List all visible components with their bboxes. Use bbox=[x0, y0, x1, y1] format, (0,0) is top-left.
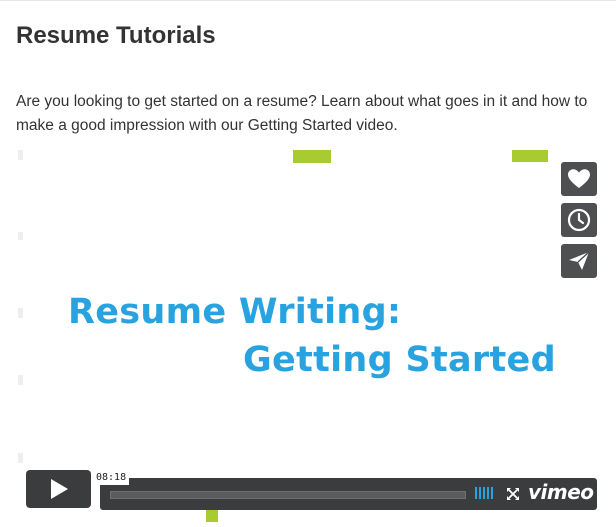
fullscreen-icon[interactable] bbox=[506, 487, 520, 501]
video-player[interactable]: Resume Writing: Getting Started vimeo 08… bbox=[16, 150, 607, 522]
watch-later-button[interactable] bbox=[561, 203, 597, 237]
volume-bar bbox=[483, 487, 485, 499]
green-accent-mark bbox=[293, 150, 331, 163]
faint-edge-mark bbox=[18, 375, 23, 385]
paper-plane-icon bbox=[569, 251, 590, 270]
heart-icon bbox=[568, 169, 590, 188]
video-thumbnail-art bbox=[18, 150, 548, 522]
volume-bar bbox=[479, 487, 481, 499]
volume-control[interactable] bbox=[475, 487, 493, 499]
play-icon bbox=[50, 479, 68, 499]
vimeo-logo[interactable]: vimeo bbox=[528, 480, 594, 504]
volume-bar bbox=[491, 487, 493, 499]
play-button[interactable] bbox=[26, 470, 91, 508]
faint-edge-mark bbox=[18, 232, 23, 240]
top-divider bbox=[0, 0, 616, 1]
volume-bar bbox=[487, 487, 489, 499]
page: Resume Tutorials Are you looking to get … bbox=[0, 0, 616, 527]
like-button[interactable] bbox=[561, 162, 597, 196]
intro-paragraph: Are you looking to get started on a resu… bbox=[16, 93, 588, 134]
volume-bar bbox=[475, 487, 477, 499]
video-duration: 08:18 bbox=[93, 470, 130, 485]
faint-edge-mark bbox=[18, 308, 23, 318]
page-title: Resume Tutorials bbox=[16, 22, 216, 49]
share-button[interactable] bbox=[561, 244, 597, 278]
clock-icon bbox=[567, 208, 591, 232]
green-accent-mark bbox=[541, 150, 548, 158]
faint-edge-mark bbox=[18, 453, 23, 463]
faint-edge-mark bbox=[18, 150, 23, 160]
progress-bar[interactable] bbox=[110, 491, 466, 499]
slide-title-line-1: Resume Writing: bbox=[68, 292, 402, 332]
slide-title-line-2: Getting Started bbox=[243, 340, 556, 380]
player-control-bar: vimeo bbox=[100, 478, 597, 510]
